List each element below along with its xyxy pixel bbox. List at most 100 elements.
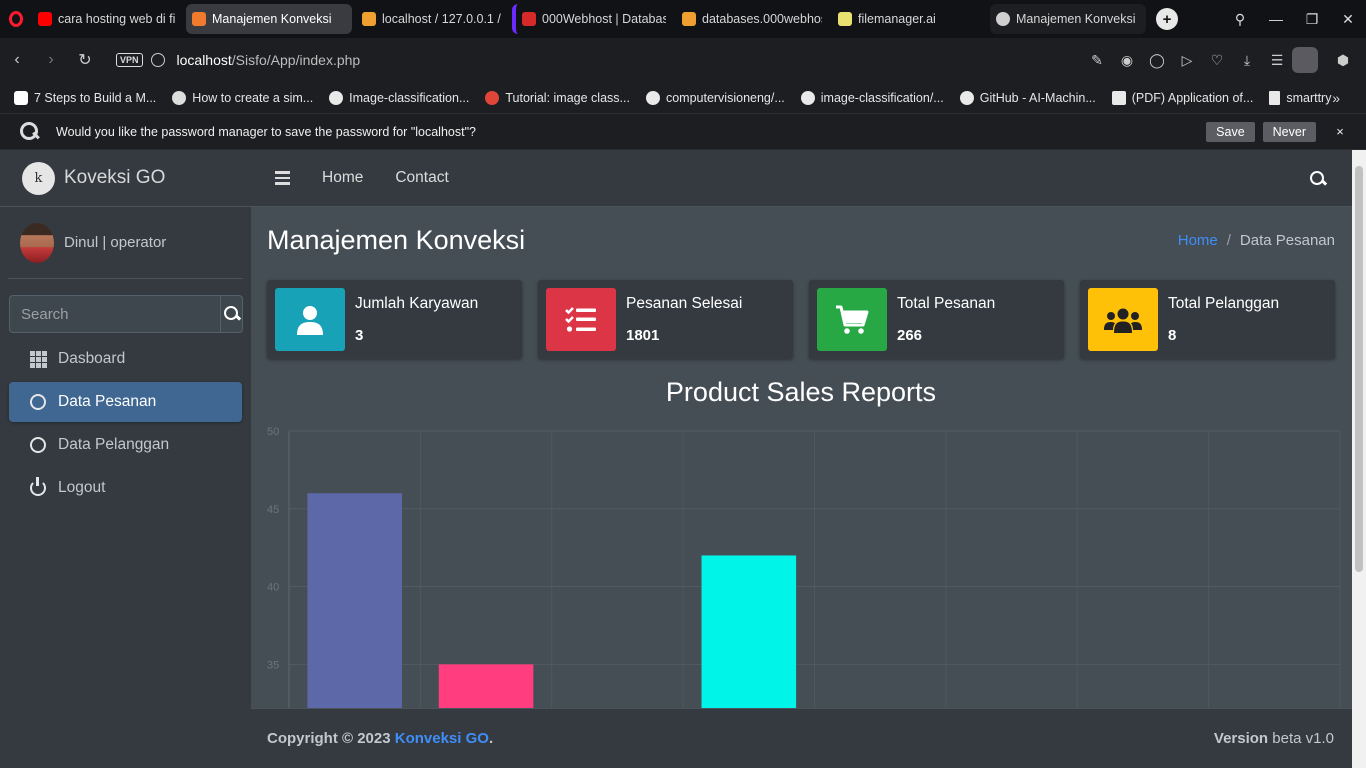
browser-tab-active[interactable]: Manajemen Konveksi: [186, 4, 352, 34]
tab-label: 000Webhost | Database: [542, 12, 666, 26]
close-window-icon[interactable]: ✕: [1330, 11, 1366, 28]
opera-menu-icon[interactable]: [0, 0, 32, 38]
browser-tab[interactable]: 000Webhost | Database: [512, 4, 672, 34]
sidebar-item-label: Dasboard: [58, 350, 126, 367]
circle-icon: [29, 436, 47, 454]
browser-tab[interactable]: cara hosting web di fire: [32, 4, 182, 34]
footer-brand-link[interactable]: Konveksi GO: [395, 730, 489, 747]
reload-icon[interactable]: ↻: [68, 50, 102, 70]
footer: Copyright © 2023 Konveksi GO. Version be…: [251, 708, 1352, 768]
user-panel: Dinul | operator: [8, 207, 243, 279]
tasks-icon: [546, 288, 616, 351]
copyright-suffix: .: [488, 730, 494, 747]
version-value: beta v1.0: [1268, 730, 1334, 747]
search-icon: [223, 306, 240, 322]
shield-icon[interactable]: ◯: [1142, 52, 1172, 69]
sidebar-search-input[interactable]: [9, 295, 220, 333]
page-title: Manajemen Konveksi: [267, 224, 526, 255]
sales-chart: Product Sales Reports 50 45 40 35: [267, 377, 1341, 711]
info-boxes: Jumlah Karyawan 3 Pesanan Selesai 1801 T…: [267, 280, 1335, 359]
heart-icon[interactable]: ♡: [1202, 52, 1232, 69]
sidebar-nav: Dasboard Data Pesanan Data Pelanggan Log…: [9, 339, 242, 508]
sidebar: k Koveksi GO Dinul | operator Dasboard D…: [0, 150, 251, 768]
edit-icon[interactable]: ✎: [1082, 52, 1112, 69]
minimize-icon[interactable]: —: [1258, 11, 1294, 27]
phpmyadmin-icon: [362, 12, 376, 26]
info-box-value: 266: [897, 327, 923, 344]
hamburger-menu-icon[interactable]: [275, 171, 290, 185]
download-icon[interactable]: ⤓: [1232, 52, 1262, 69]
easy-setup-icon[interactable]: ☰: [1262, 52, 1292, 69]
breadcrumb: Home / Data Pesanan: [1178, 232, 1335, 249]
bookmark-item[interactable]: How to create a sim...: [172, 90, 314, 105]
user-name[interactable]: Dinul | operator: [64, 234, 166, 251]
close-prompt-icon[interactable]: ×: [1330, 124, 1350, 139]
info-box-value: 3: [355, 327, 364, 344]
info-box-value: 8: [1168, 327, 1177, 344]
sidebar-item-label: Data Pesanan: [58, 393, 157, 410]
bookmark-label: GitHub - AI-Machin...: [979, 90, 1096, 105]
chart-bar[interactable]: [701, 555, 797, 711]
browser-tab[interactable]: localhost / 127.0.0.1 / d: [356, 4, 508, 34]
browser-tab[interactable]: filemanager.ai: [832, 4, 986, 34]
back-arrow-icon[interactable]: ‹: [0, 51, 34, 69]
nav-link-contact[interactable]: Contact: [395, 169, 448, 187]
chart-bar[interactable]: [438, 664, 534, 711]
vpn-badge[interactable]: VPN: [116, 53, 143, 67]
bookmark-item[interactable]: GitHub - AI-Machin...: [959, 90, 1096, 105]
avatar: [20, 222, 54, 263]
browser-tab[interactable]: databases.000webhost.c: [676, 4, 828, 34]
y-tick-label: 35: [267, 659, 279, 671]
chart-bar[interactable]: [307, 493, 402, 711]
bookmark-label: Tutorial: image class...: [505, 90, 630, 105]
info-box-pesanan-selesai: Pesanan Selesai 1801: [538, 280, 793, 359]
forward-arrow-icon[interactable]: ›: [34, 51, 68, 69]
info-box-title: Pesanan Selesai: [626, 295, 743, 312]
bookmark-item[interactable]: smarttry: [1269, 90, 1331, 105]
tab-search-icon[interactable]: ⚲: [1222, 11, 1258, 28]
bookmark-item[interactable]: computervisioneng/...: [645, 90, 785, 105]
bookmark-label: computervisioneng/...: [665, 90, 785, 105]
browser-tab[interactable]: Manajemen Konveksi: [990, 4, 1146, 34]
nav-link-home[interactable]: Home: [322, 169, 363, 187]
tab-label: filemanager.ai: [858, 12, 936, 26]
extensions-cube-icon[interactable]: ⬢: [1328, 52, 1358, 69]
bookmarks-more-chevron-icon[interactable]: »: [1332, 90, 1340, 106]
bookmarks-bar: 7 Steps to Build a M... How to create a …: [0, 82, 1366, 114]
y-tick-label: 50: [267, 426, 279, 438]
page-scrollbar[interactable]: [1352, 150, 1366, 768]
globe-icon: [996, 12, 1010, 26]
brand-name: Koveksi GO: [64, 167, 166, 188]
bookmark-item[interactable]: Tutorial: image class...: [485, 90, 630, 105]
new-tab-plus-icon[interactable]: +: [1156, 8, 1178, 30]
url-field[interactable]: localhost/Sisfo/App/index.php: [177, 52, 361, 68]
bookmark-favicon-icon: [14, 90, 28, 105]
play-icon[interactable]: ▷: [1172, 52, 1202, 69]
scrollbar-thumb[interactable]: [1355, 166, 1363, 572]
search-icon[interactable]: [1310, 171, 1326, 187]
site-info-globe-icon[interactable]: [150, 53, 165, 67]
maximize-icon[interactable]: ❐: [1294, 11, 1330, 28]
bookmark-item[interactable]: Image-classification...: [329, 90, 469, 105]
bookmark-label: How to create a sim...: [192, 90, 314, 105]
sidebar-item-dasboard[interactable]: Dasboard: [9, 339, 242, 379]
save-password-button[interactable]: Save: [1206, 121, 1255, 142]
never-save-button[interactable]: Never: [1262, 121, 1316, 142]
breadcrumb-home-link[interactable]: Home: [1178, 232, 1218, 249]
camera-icon[interactable]: ◉: [1112, 52, 1142, 69]
y-tick-label: 40: [267, 582, 279, 594]
github-icon: [645, 90, 660, 105]
sidebar-item-data-pelanggan[interactable]: Data Pelanggan: [9, 425, 242, 465]
sidebar-item-logout[interactable]: Logout: [9, 468, 242, 508]
brand-link[interactable]: k Koveksi GO: [0, 150, 251, 207]
bookmark-favicon-icon: [172, 90, 187, 105]
sidebar-item-data-pesanan[interactable]: Data Pesanan: [9, 382, 242, 422]
tutorial-favicon-icon: [485, 90, 500, 105]
phpmyadmin-icon: [682, 12, 696, 26]
sidebar-search-button[interactable]: [220, 295, 243, 333]
breadcrumb-separator: /: [1226, 231, 1231, 249]
bookmark-item[interactable]: (PDF) Application of...: [1111, 90, 1253, 105]
bookmark-item[interactable]: 7 Steps to Build a M...: [14, 90, 156, 105]
bookmark-item[interactable]: image-classification/...: [800, 90, 944, 105]
profile-icon[interactable]: [1292, 47, 1318, 73]
